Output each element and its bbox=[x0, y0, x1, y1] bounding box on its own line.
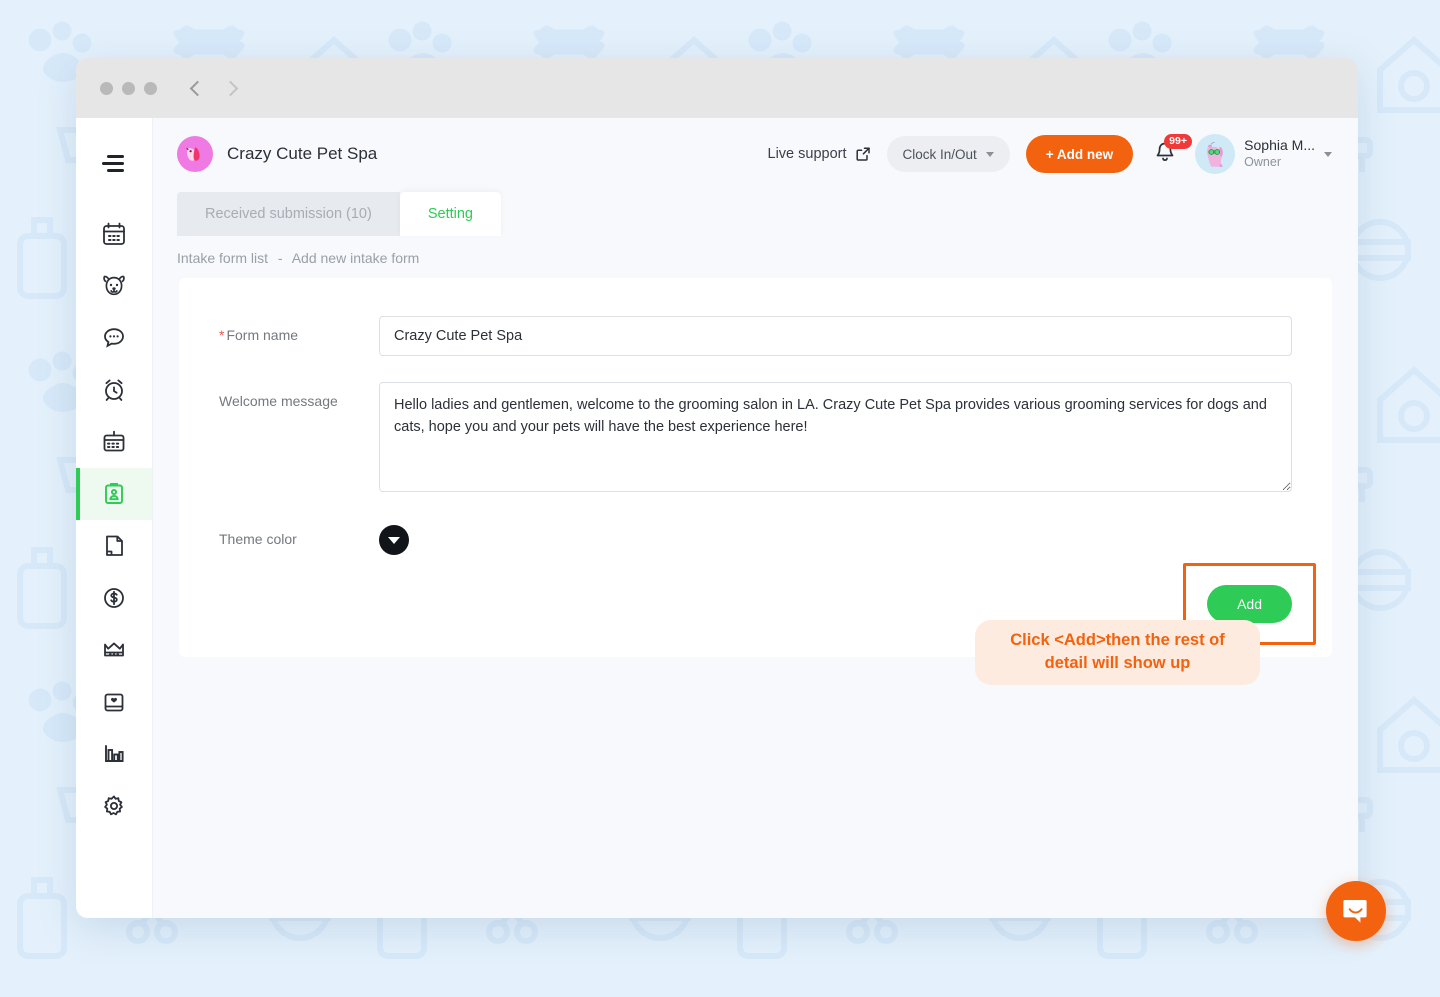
callout-line-1: Click <Add>then the rest of bbox=[1010, 631, 1225, 649]
sidebar-item-gift-cards[interactable] bbox=[76, 676, 152, 728]
user-menu[interactable]: Sophia M... Owner bbox=[1195, 134, 1332, 174]
brand-name: Crazy Cute Pet Spa bbox=[227, 144, 378, 163]
main-content: Crazy Cute Pet Spa Live support Clock In… bbox=[153, 118, 1358, 918]
live-support-link[interactable]: Live support bbox=[768, 146, 871, 162]
sidebar-item-time-clock[interactable] bbox=[76, 364, 152, 416]
app-body: Crazy Cute Pet Spa Live support Clock In… bbox=[76, 118, 1358, 918]
sidebar-item-pets[interactable] bbox=[76, 260, 152, 312]
breadcrumb: Intake form list - Add new intake form bbox=[153, 236, 1358, 278]
sidebar-item-calendar[interactable] bbox=[76, 208, 152, 260]
add-submit-button[interactable]: Add bbox=[1207, 585, 1292, 623]
pet-spa-logo bbox=[177, 136, 213, 172]
dollar-circle-icon bbox=[104, 588, 124, 608]
onboarding-callout: Click <Add>then the rest of detail will … bbox=[975, 620, 1260, 685]
theme-color-picker[interactable] bbox=[379, 525, 409, 555]
forward-icon[interactable] bbox=[222, 80, 239, 96]
window-titlebar bbox=[76, 58, 1358, 118]
browser-window: Crazy Cute Pet Spa Live support Clock In… bbox=[76, 58, 1358, 918]
crown-icon bbox=[104, 642, 124, 657]
sidebar-item-intake-forms[interactable] bbox=[76, 468, 152, 520]
form-name-label-text: Form name bbox=[226, 327, 299, 343]
notifications-button[interactable]: 99+ bbox=[1153, 134, 1192, 169]
intercom-launcher-button[interactable] bbox=[1326, 881, 1386, 941]
notification-badge: 99+ bbox=[1164, 134, 1192, 150]
breadcrumb-parent[interactable]: Intake form list bbox=[177, 250, 268, 266]
welcome-message-textarea[interactable] bbox=[379, 382, 1292, 492]
note-page-icon bbox=[106, 535, 123, 556]
required-marker: * bbox=[219, 327, 225, 343]
field-form-name: * Form name bbox=[219, 316, 1292, 356]
form-name-label: * Form name bbox=[219, 316, 379, 345]
gear-icon bbox=[104, 795, 123, 816]
hamburger-icon bbox=[102, 155, 124, 172]
browser-nav bbox=[189, 80, 239, 96]
clock-in-out-label: Clock In/Out bbox=[902, 146, 977, 162]
sidebar-item-schedule[interactable] bbox=[76, 416, 152, 468]
field-welcome-message: Welcome message bbox=[219, 382, 1292, 497]
chevron-down-icon bbox=[985, 151, 994, 157]
dog-head-logo-icon bbox=[186, 147, 200, 161]
dog-face-icon bbox=[103, 275, 125, 296]
chat-bubble-icon bbox=[104, 328, 124, 348]
sidebar-item-menu[interactable] bbox=[76, 136, 152, 192]
calendar-icon bbox=[103, 222, 125, 245]
breadcrumb-separator: - bbox=[277, 250, 283, 266]
theme-color-label: Theme color bbox=[219, 531, 297, 547]
avatar bbox=[1195, 134, 1236, 174]
app-header: Crazy Cute Pet Spa Live support Clock In… bbox=[153, 118, 1358, 190]
user-info: Sophia M... Owner bbox=[1244, 137, 1315, 170]
user-name: Sophia M... bbox=[1244, 137, 1315, 154]
welcome-message-label: Welcome message bbox=[219, 393, 338, 409]
field-theme-color: Theme color bbox=[219, 523, 1292, 555]
window-close-button[interactable] bbox=[100, 81, 113, 95]
bar-chart-icon bbox=[105, 745, 124, 762]
breadcrumb-current: Add new intake form bbox=[291, 250, 420, 266]
alarm-clock-icon bbox=[105, 379, 123, 401]
user-role: Owner bbox=[1244, 154, 1281, 169]
sidebar bbox=[76, 118, 153, 918]
header-actions: Live support Clock In/Out + Add new 99+ … bbox=[768, 134, 1332, 174]
sidebar-item-reports[interactable] bbox=[76, 728, 152, 780]
chevron-down-icon bbox=[1324, 151, 1332, 157]
external-link-icon bbox=[855, 147, 870, 161]
tab-received-submission[interactable]: Received submission (10) bbox=[177, 192, 400, 236]
sidebar-item-notes[interactable] bbox=[76, 520, 152, 572]
chevron-down-icon bbox=[388, 536, 400, 544]
sidebar-item-messages[interactable] bbox=[76, 312, 152, 364]
intercom-chat-icon bbox=[1343, 900, 1367, 923]
form-name-input[interactable] bbox=[379, 316, 1292, 356]
clock-in-out-button[interactable]: Clock In/Out bbox=[886, 136, 1010, 172]
brand[interactable]: Crazy Cute Pet Spa bbox=[177, 136, 377, 172]
back-icon[interactable] bbox=[189, 80, 206, 96]
tab-bar: Received submission (10) Setting bbox=[153, 190, 1358, 236]
sidebar-item-settings[interactable] bbox=[76, 780, 152, 832]
card-actions: Add bbox=[219, 561, 1292, 623]
gift-card-heart-icon bbox=[104, 693, 124, 712]
window-maximize-button[interactable] bbox=[144, 81, 157, 95]
live-support-label: Live support bbox=[767, 146, 847, 162]
tab-setting[interactable]: Setting bbox=[399, 192, 501, 236]
intake-form-card: *Form name Welcome message Theme color bbox=[179, 278, 1332, 657]
user-avatar-dog bbox=[1195, 134, 1236, 174]
add-new-button[interactable]: + Add new bbox=[1025, 135, 1134, 173]
clipboard-person-icon bbox=[105, 483, 123, 504]
calendar-grid-icon bbox=[103, 430, 125, 452]
sidebar-item-memberships[interactable] bbox=[76, 624, 152, 676]
callout-line-2: detail will show up bbox=[1044, 654, 1191, 673]
sidebar-item-payments[interactable] bbox=[76, 572, 152, 624]
window-minimize-button[interactable] bbox=[122, 81, 135, 95]
